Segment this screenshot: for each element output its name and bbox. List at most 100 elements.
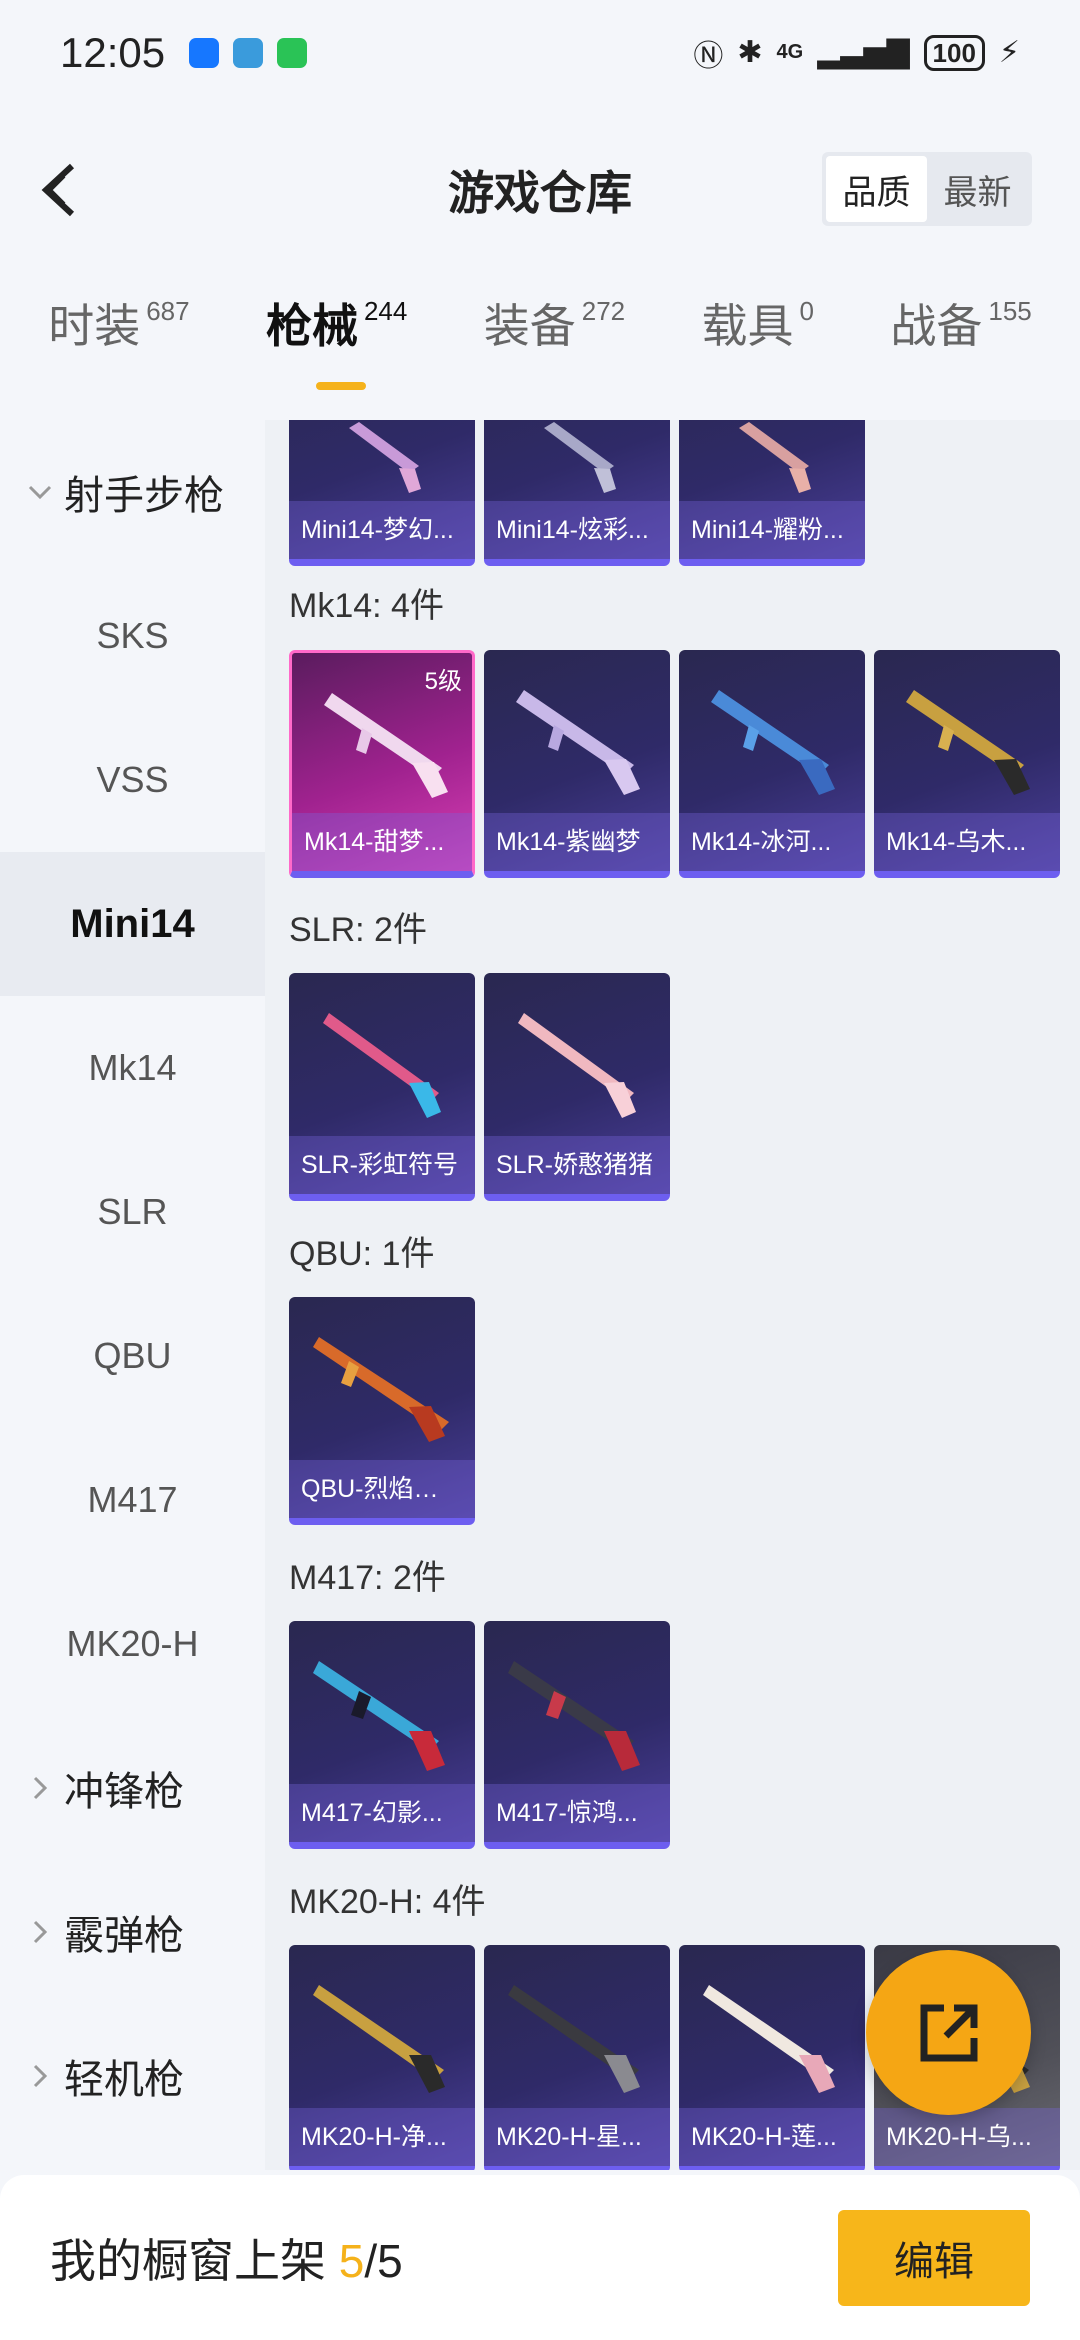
sidebar-item-mk14[interactable]: Mk14 xyxy=(0,996,265,1140)
tab-count: 687 xyxy=(146,296,190,326)
skin-card[interactable]: Mk14-冰河... xyxy=(679,650,865,878)
signal-icon: ▂▃▅▇ xyxy=(817,36,910,69)
status-time: 12:05 xyxy=(60,28,166,76)
notification-icons xyxy=(189,37,308,68)
skin-name: MK20-H-乌... xyxy=(874,2108,1060,2166)
weapon-skin-image xyxy=(323,1013,441,1118)
sidebar-group-shotgun[interactable]: 霰弹枪 xyxy=(0,1860,265,2004)
sidebar-item-vss[interactable]: VSS xyxy=(0,708,265,852)
skin-card[interactable]: Mini14-耀粉... xyxy=(679,420,865,566)
skin-card[interactable]: MK20-H-星... xyxy=(484,1945,670,2170)
skin-card[interactable]: MK20-H-莲... xyxy=(679,1945,865,2170)
skin-name: MK20-H-净... xyxy=(289,2108,475,2166)
skin-name: Mini14-梦幻... xyxy=(289,501,475,559)
skin-name: Mini14-耀粉... xyxy=(679,501,865,559)
showcase-current: 5 xyxy=(338,2234,365,2287)
skin-name: SLR-娇憨猪猪 xyxy=(484,1136,670,1194)
weapon-skin-image xyxy=(508,1661,640,1771)
skin-card[interactable]: SLR-娇憨猪猪 xyxy=(484,973,670,1201)
sort-toggle: 品质 最新 xyxy=(822,152,1032,226)
sidebar-group-smg[interactable]: 冲锋枪 xyxy=(0,1716,265,1860)
sidebar-group-marksman[interactable]: 射手步枪 xyxy=(0,420,265,564)
weapon-skin-image xyxy=(518,1013,636,1118)
tab-count: 155 xyxy=(988,296,1032,326)
tab-equipment[interactable]: 装备 272 xyxy=(484,290,625,356)
skin-name: M417-幻影... xyxy=(289,1784,475,1842)
weapon-grid: Mini14-梦幻... Mini14-炫彩... Mini14-耀粉... M… xyxy=(265,420,1080,2170)
showcase-label: 我的橱窗上架 xyxy=(50,2234,326,2287)
weapon-skin-image xyxy=(544,422,616,493)
weapon-skin-image xyxy=(703,1985,835,2093)
skin-card[interactable]: M417-幻影... xyxy=(289,1621,475,1849)
battery-indicator: 100 xyxy=(923,34,985,71)
chevron-right-icon xyxy=(33,1776,48,1800)
weapon-skin-image xyxy=(711,690,835,795)
sidebar-group-label: 霰弹枪 xyxy=(64,1914,184,1958)
sidebar-item-m417[interactable]: M417 xyxy=(0,1428,265,1572)
sidebar-item-mk20h[interactable]: MK20-H xyxy=(0,1572,265,1716)
sidebar-group-lmg[interactable]: 轻机枪 xyxy=(0,2004,265,2148)
skin-name: Mk14-乌木... xyxy=(874,813,1060,871)
sort-quality-button[interactable]: 品质 xyxy=(826,156,927,222)
weapon-skin-image xyxy=(349,422,421,493)
skin-card[interactable]: 5级 Mk14-甜梦... xyxy=(289,650,475,878)
sidebar-item-qbu[interactable]: QBU xyxy=(0,1284,265,1428)
tab-count: 0 xyxy=(799,296,814,326)
tab-tactical[interactable]: 战备 155 xyxy=(890,290,1031,356)
sidebar-item-sks[interactable]: SKS xyxy=(0,564,265,708)
chevron-down-icon xyxy=(28,485,52,500)
skin-card[interactable]: Mk14-紫幽梦 xyxy=(484,650,670,878)
tab-weapons[interactable]: 枪械 244 xyxy=(265,290,408,390)
status-bar: 12:05 Ⓝ ✱ 4G ▂▃▅▇ 100 ⚡ xyxy=(0,0,1080,105)
external-link-icon xyxy=(920,2004,977,2061)
skin-name: Mk14-甜梦... xyxy=(292,813,472,871)
tab-count: 244 xyxy=(363,296,408,326)
system-icons: Ⓝ ✱ 4G ▂▃▅▇ 100 ⚡ xyxy=(693,31,1020,75)
level-badge: 5级 xyxy=(424,668,462,695)
showcase-bar: 我的橱窗上架 5/5 编辑 xyxy=(0,2175,1080,2340)
skin-card[interactable]: QBU-烈焰拳霸 xyxy=(289,1297,475,1525)
network-label: 4G xyxy=(776,41,804,63)
tab-vehicles[interactable]: 载具 0 xyxy=(702,290,814,356)
weapon-skin-image xyxy=(516,690,640,795)
bluetooth-icon: ✱ xyxy=(737,36,763,69)
skin-name: MK20-H-星... xyxy=(484,2108,670,2166)
showcase-status: 我的橱窗上架 5/5 xyxy=(50,2225,403,2291)
tab-label: 战备 xyxy=(890,300,983,352)
weapon-skin-image xyxy=(313,1985,445,2093)
sidebar-group-label: 轻机枪 xyxy=(64,2058,184,2102)
sidebar-item-slr[interactable]: SLR xyxy=(0,1140,265,1284)
section-title: SLR: 2件 xyxy=(289,911,427,949)
edit-button[interactable]: 编辑 xyxy=(838,2209,1030,2306)
app-notification-icon xyxy=(233,37,264,68)
weapon-skin-image xyxy=(313,1337,449,1442)
sidebar-group-label: 射手步枪 xyxy=(64,474,224,518)
back-button[interactable] xyxy=(30,160,90,220)
app-notification-icon xyxy=(189,37,220,68)
page-header: 游戏仓库 品质 最新 xyxy=(0,120,1080,260)
section-title: M417: 2件 xyxy=(289,1559,446,1597)
weapon-skin-image xyxy=(313,1661,445,1771)
tab-label: 载具 xyxy=(701,300,794,352)
skin-name: Mini14-炫彩... xyxy=(484,501,670,559)
skin-name: Mk14-冰河... xyxy=(679,813,865,871)
tab-fashion[interactable]: 时装 687 xyxy=(48,290,189,356)
tab-label: 枪械 xyxy=(265,300,358,352)
sidebar-group-label: 冲锋枪 xyxy=(64,1770,184,1814)
sidebar-item-mini14[interactable]: Mini14 xyxy=(0,852,265,996)
showcase-total: /5 xyxy=(364,2234,403,2287)
skin-card[interactable]: MK20-H-净... xyxy=(289,1945,475,2170)
sort-latest-button[interactable]: 最新 xyxy=(927,156,1028,222)
skin-card[interactable]: Mk14-乌木... xyxy=(874,650,1060,878)
wechat-icon xyxy=(277,37,308,68)
skin-name: MK20-H-莲... xyxy=(679,2108,865,2166)
share-button[interactable] xyxy=(866,1950,1031,2115)
skin-card[interactable]: M417-惊鸿... xyxy=(484,1621,670,1849)
skin-card[interactable]: Mini14-梦幻... xyxy=(289,420,475,566)
chevron-right-icon xyxy=(33,2064,48,2088)
skin-card[interactable]: Mini14-炫彩... xyxy=(484,420,670,566)
weapon-skin-image xyxy=(508,1985,640,2093)
skin-name: M417-惊鸿... xyxy=(484,1784,670,1842)
category-tabs: 时装 687 枪械 244 装备 272 载具 0 战备 155 xyxy=(0,290,1080,405)
skin-card[interactable]: SLR-彩虹符号 xyxy=(289,973,475,1201)
